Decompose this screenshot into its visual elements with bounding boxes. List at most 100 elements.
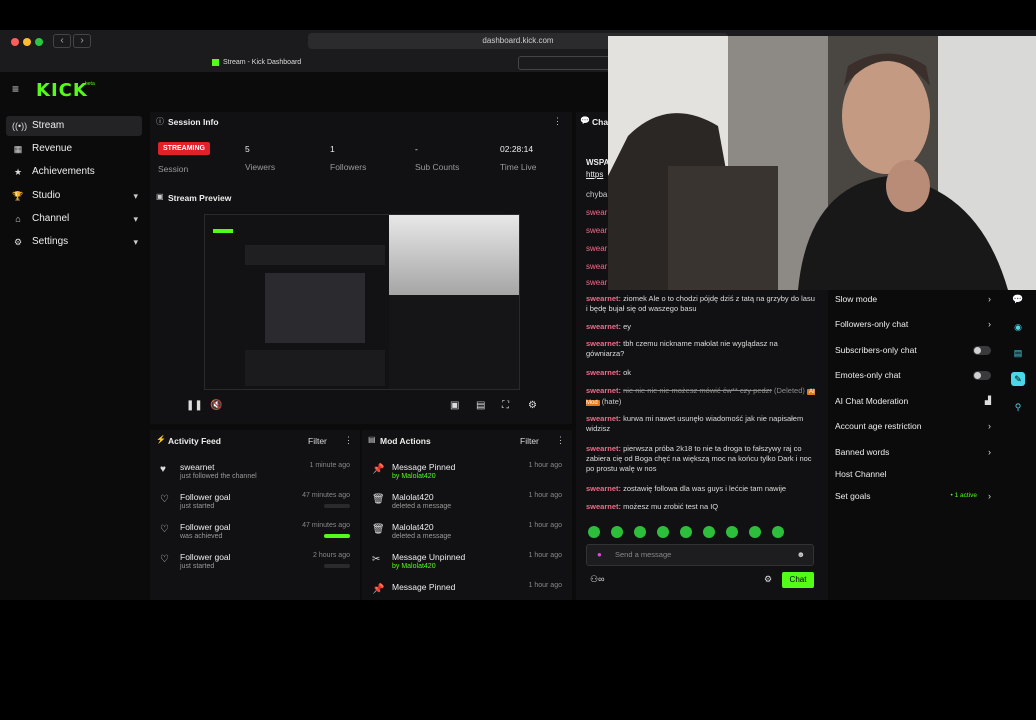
chat-username[interactable]: swearnet: bbox=[586, 294, 621, 303]
ai-moderation-row[interactable]: AI Chat Moderation ▟ bbox=[835, 392, 995, 410]
chevron-right-icon: › bbox=[988, 319, 991, 329]
browser-tab[interactable]: Stream - Kick Dashboard bbox=[212, 57, 301, 69]
item-time: 1 hour ago bbox=[528, 582, 562, 589]
emoji-icon[interactable]: ☻ bbox=[797, 545, 805, 565]
chevron-right-icon: › bbox=[988, 491, 991, 501]
emote-icon[interactable] bbox=[588, 526, 600, 538]
chat-username[interactable]: swearnet: bbox=[586, 414, 621, 423]
filter-button[interactable]: Filter bbox=[308, 436, 327, 446]
emote-icon[interactable] bbox=[634, 526, 646, 538]
host-channel-row[interactable]: Host Channel bbox=[835, 465, 995, 483]
sidebar-item-settings[interactable]: ⚙ Settings ▾ bbox=[6, 232, 142, 252]
pip-icon[interactable]: ▣ bbox=[450, 400, 459, 411]
active-goals-badge: • 1 active bbox=[950, 492, 977, 499]
list-item: 📌 Message Pinned 1 hour ago bbox=[370, 582, 566, 598]
preview-dashboard-mirror bbox=[205, 215, 389, 389]
filter-button[interactable]: Filter bbox=[520, 436, 539, 446]
sidebar-item-revenue[interactable]: ▦ Revenue bbox=[6, 139, 142, 159]
goal-progress-bar bbox=[324, 534, 350, 538]
close-window-icon[interactable] bbox=[11, 38, 19, 46]
chat-message: swearnet: możesz mu zrobić test na IQ bbox=[586, 502, 818, 512]
browser-tab-secondary[interactable] bbox=[518, 56, 610, 70]
setting-label: Emotes-only chat bbox=[835, 370, 901, 380]
wrench-icon[interactable]: ✎ bbox=[1011, 372, 1025, 386]
item-time: 1 minute ago bbox=[309, 462, 350, 469]
pause-icon[interactable]: ❚❚ bbox=[186, 400, 203, 411]
chat-input-placeholder: Send a message bbox=[615, 550, 672, 559]
emote-icon[interactable] bbox=[772, 526, 784, 538]
theater-icon[interactable]: ▤ bbox=[476, 400, 485, 411]
kick-logo[interactable]: KICK bbox=[36, 80, 88, 101]
chat-username[interactable]: swearnet: bbox=[586, 368, 621, 377]
activity-feed-panel: ⚡ Activity Feed Filter ⋮ ♥ swearnet just… bbox=[150, 430, 360, 600]
list-item: ♥ swearnet just followed the channel 1 m… bbox=[158, 462, 354, 492]
webcam-overlay bbox=[608, 36, 1036, 290]
chat-username[interactable]: swearnet: bbox=[586, 322, 621, 331]
emote-icon[interactable] bbox=[726, 526, 738, 538]
layout-icon[interactable]: ▤ bbox=[1011, 346, 1025, 360]
sidebar-item-stream[interactable]: ((•)) Stream bbox=[6, 116, 142, 136]
mic-icon[interactable]: ● bbox=[597, 545, 602, 565]
chat-fragment: chyba bbox=[586, 190, 608, 199]
chat-text: zostawię followa dla was guys i lećcie t… bbox=[623, 484, 787, 493]
gear-icon[interactable]: ⚙ bbox=[764, 574, 772, 585]
chat-username[interactable]: swearnet: bbox=[586, 339, 621, 348]
banned-words-row[interactable]: Banned words › bbox=[835, 443, 995, 461]
share-icon[interactable]: ⚲ bbox=[1011, 400, 1025, 414]
chevron-down-icon[interactable]: ▾ bbox=[133, 186, 138, 206]
maximize-window-icon[interactable] bbox=[35, 38, 43, 46]
emote-icon[interactable] bbox=[611, 526, 623, 538]
more-options-icon[interactable]: ⋮ bbox=[556, 435, 565, 446]
panel-title: Cha bbox=[592, 117, 609, 127]
send-chat-button[interactable]: Chat bbox=[782, 572, 814, 588]
forward-button[interactable]: › bbox=[73, 34, 91, 48]
menu-icon[interactable]: ≡ bbox=[12, 83, 24, 95]
chat-username[interactable]: swearnet: bbox=[586, 502, 621, 511]
sidebar-item-channel[interactable]: ⌂ Channel ▾ bbox=[6, 209, 142, 229]
minimize-window-icon[interactable] bbox=[23, 38, 31, 46]
more-options-icon[interactable]: ⋮ bbox=[553, 116, 562, 127]
broadcast-icon[interactable]: ◉ bbox=[1011, 320, 1025, 334]
session-info-panel: ⓘ Session Info ⋮ STREAMING Session 5 Vie… bbox=[150, 112, 572, 190]
slow-mode-row[interactable]: Slow mode › bbox=[835, 290, 995, 308]
chevron-down-icon[interactable]: ▾ bbox=[133, 209, 138, 229]
emote-icon[interactable] bbox=[657, 526, 669, 538]
stream-video[interactable] bbox=[204, 214, 520, 390]
item-time: 47 minutes ago bbox=[302, 522, 350, 529]
item-title: Malolat420 bbox=[392, 492, 434, 502]
emote-icon[interactable] bbox=[703, 526, 715, 538]
chat-username[interactable]: swearnet: bbox=[586, 444, 621, 453]
chat-username[interactable]: swearnet: bbox=[586, 386, 621, 395]
sidebar-item-achievements[interactable]: ★ Achievements bbox=[6, 162, 142, 182]
mute-icon[interactable]: 🔇 bbox=[210, 400, 222, 411]
status-badge: STREAMING bbox=[158, 142, 210, 155]
chat-input[interactable]: ● Send a message ☻ bbox=[586, 544, 814, 566]
setting-label: AI Chat Moderation bbox=[835, 396, 909, 406]
goal-progress-bar bbox=[324, 564, 350, 568]
subscribers-only-toggle[interactable] bbox=[973, 346, 991, 355]
chat-username[interactable]: swearnet: bbox=[586, 484, 621, 493]
chat-bubble-icon[interactable]: 💬 bbox=[1011, 292, 1025, 306]
more-options-icon[interactable]: ⋮ bbox=[344, 435, 353, 446]
followers-only-row[interactable]: Followers-only chat › bbox=[835, 315, 995, 333]
chevron-down-icon[interactable]: ▾ bbox=[133, 232, 138, 252]
pinned-link[interactable]: https bbox=[586, 170, 603, 179]
item-time: 1 hour ago bbox=[528, 522, 562, 529]
set-goals-row[interactable]: Set goals • 1 active › bbox=[835, 487, 995, 505]
setting-label: Set goals bbox=[835, 491, 871, 501]
item-title: Follower goal bbox=[180, 492, 231, 502]
fullscreen-icon[interactable]: ⛶ bbox=[502, 400, 509, 411]
emotes-only-toggle[interactable] bbox=[973, 371, 991, 380]
gear-icon[interactable]: ⚙ bbox=[528, 400, 537, 411]
list-item: ♡ Follower goal just started 47 minutes … bbox=[158, 492, 354, 522]
followers-value: 1 bbox=[330, 144, 335, 154]
emote-icon[interactable] bbox=[749, 526, 761, 538]
emote-icon[interactable] bbox=[680, 526, 692, 538]
emotes-only-row: Emotes-only chat bbox=[835, 366, 995, 384]
back-button[interactable]: ‹ bbox=[53, 34, 71, 48]
chat-fragment: swear bbox=[586, 278, 608, 287]
item-subtitle: was achieved bbox=[180, 533, 223, 540]
sidebar-item-studio[interactable]: 🏆 Studio ▾ bbox=[6, 186, 142, 206]
chat-tools-icon[interactable]: ⚇∞ bbox=[590, 574, 604, 585]
account-age-row[interactable]: Account age restriction › bbox=[835, 417, 995, 435]
